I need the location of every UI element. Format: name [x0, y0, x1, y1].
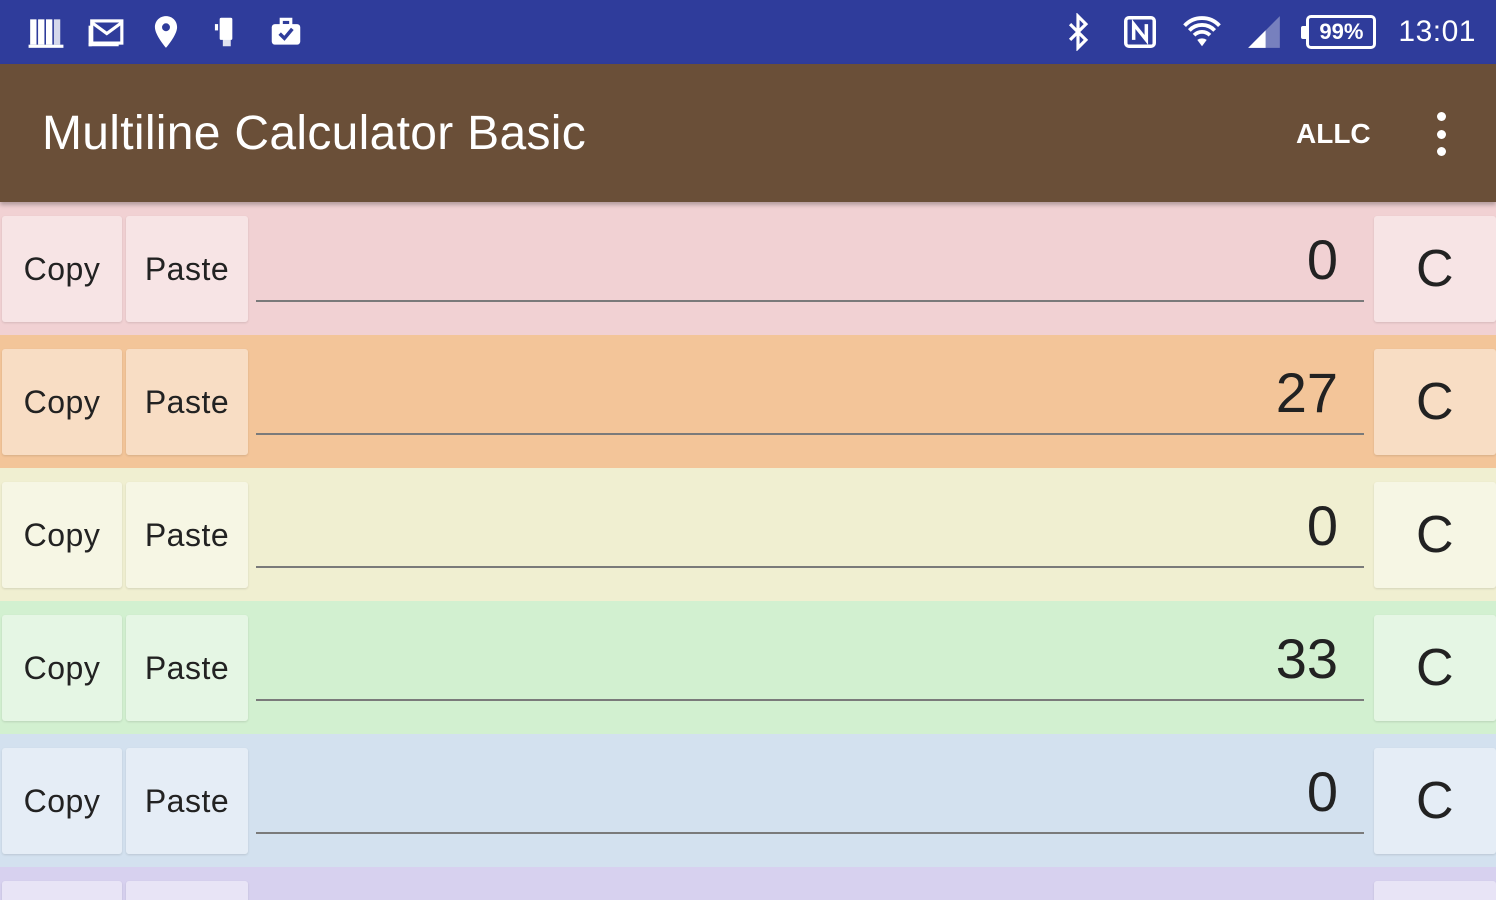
clear-row-button[interactable]: [1374, 881, 1496, 900]
clear-row-button[interactable]: C: [1374, 482, 1496, 588]
expression-input[interactable]: 33: [256, 621, 1364, 701]
expression-input[interactable]: 0: [256, 222, 1364, 302]
expression-input[interactable]: 0: [256, 754, 1364, 834]
bluetooth-icon: [1058, 12, 1098, 52]
phone-vibrate-icon: [206, 12, 246, 52]
clear-row-button[interactable]: C: [1374, 349, 1496, 455]
calculator-row: Copy Paste 0 C: [0, 202, 1496, 335]
calculator-rows: Copy Paste 0 C Copy Paste 27 C Copy Past…: [0, 202, 1496, 900]
calculator-row: Copy Paste 0 C: [0, 468, 1496, 601]
clear-row-button[interactable]: C: [1374, 216, 1496, 322]
expression-input[interactable]: 0: [256, 488, 1364, 568]
copy-button[interactable]: Copy: [2, 748, 122, 854]
copy-button[interactable]: Copy: [2, 216, 122, 322]
copy-button[interactable]: [2, 881, 122, 900]
paste-button[interactable]: Paste: [126, 216, 248, 322]
app-title: Multiline Calculator Basic: [42, 107, 587, 160]
clear-row-button[interactable]: C: [1374, 748, 1496, 854]
books-icon: [26, 12, 66, 52]
expression-value: 0: [1306, 494, 1338, 557]
expression-value: 0: [1306, 760, 1338, 823]
paste-button[interactable]: [126, 881, 248, 900]
clear-all-button[interactable]: ALLC: [1296, 118, 1371, 150]
mail-icon: [86, 12, 126, 52]
location-pin-icon: [146, 12, 186, 52]
paste-button[interactable]: Paste: [126, 482, 248, 588]
copy-button[interactable]: Copy: [2, 482, 122, 588]
status-bar-system: 99% 13:01: [1058, 0, 1476, 64]
paste-button[interactable]: Paste: [126, 748, 248, 854]
app-bar: Multiline Calculator Basic ALLC: [0, 64, 1496, 202]
calculator-row: Copy Paste 0 C: [0, 734, 1496, 867]
expression-input[interactable]: 27: [256, 355, 1364, 435]
overflow-menu-icon[interactable]: [1424, 108, 1458, 160]
nfc-icon: [1120, 12, 1160, 52]
paste-button[interactable]: Paste: [126, 349, 248, 455]
signal-icon: [1244, 12, 1284, 52]
expression-value: 33: [1275, 627, 1338, 690]
clear-row-button[interactable]: C: [1374, 615, 1496, 721]
paste-button[interactable]: Paste: [126, 615, 248, 721]
clock: 13:01: [1398, 15, 1476, 48]
expression-value: 0: [1306, 228, 1338, 291]
wifi-icon: [1182, 12, 1222, 52]
work-briefcase-icon: [266, 12, 306, 52]
expression-value: 27: [1275, 361, 1338, 424]
calculator-row: Copy Paste 33 C: [0, 601, 1496, 734]
copy-button[interactable]: Copy: [2, 349, 122, 455]
battery-indicator: 99%: [1301, 15, 1377, 49]
calculator-row: Copy Paste 27 C: [0, 335, 1496, 468]
status-bar: 99% 13:01: [0, 0, 1496, 64]
copy-button[interactable]: Copy: [2, 615, 122, 721]
status-bar-notifications: [0, 12, 306, 52]
calculator-row-partial: [0, 867, 1496, 900]
